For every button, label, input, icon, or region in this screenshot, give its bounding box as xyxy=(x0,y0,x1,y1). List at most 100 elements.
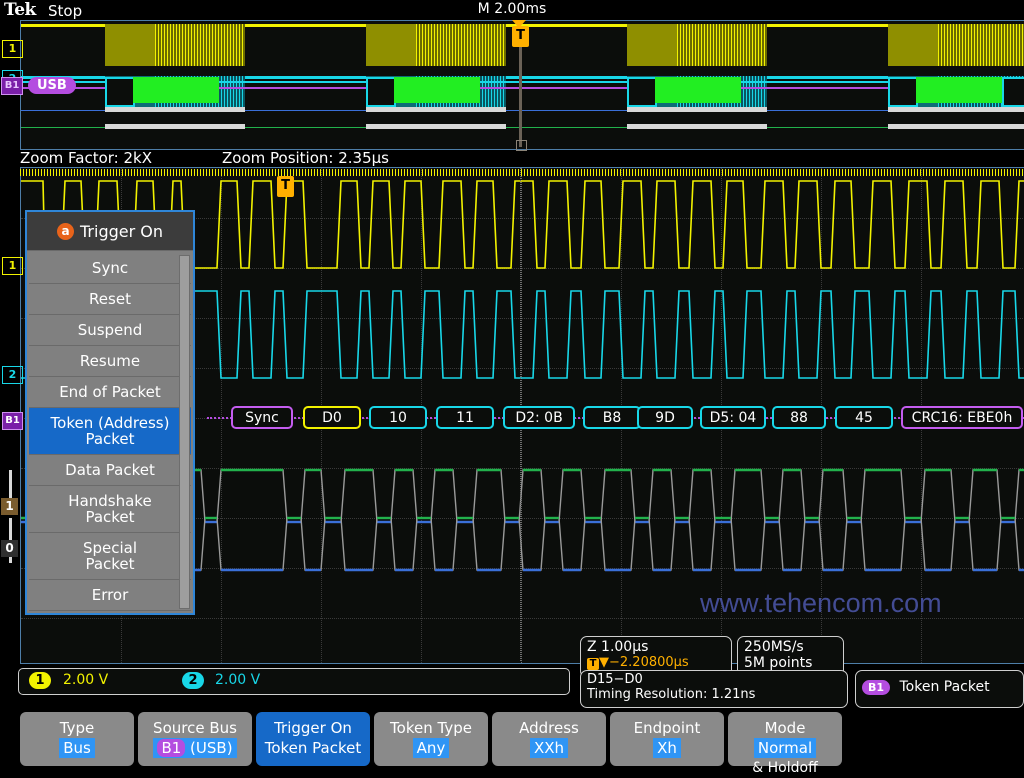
zoom-trigger-icon[interactable]: T xyxy=(277,176,294,197)
ch1-marker-zoom[interactable]: 1 xyxy=(2,257,23,275)
usb-bus-badge[interactable]: USB xyxy=(28,77,76,94)
trigger-level-icon[interactable]: T xyxy=(512,26,529,47)
horizontal-scale-readout: M 2.00ms xyxy=(0,1,1024,17)
digital-overview-burst xyxy=(627,124,767,129)
ch1-overview-activity xyxy=(677,24,767,66)
toolbar-value-text: Xh xyxy=(653,738,681,758)
bus-packet[interactable]: 88 xyxy=(772,406,826,429)
toolbar-address[interactable]: AddressXXh xyxy=(492,712,606,766)
bus-name-label: Token Packet xyxy=(900,679,990,695)
toolbar-button-value: Any xyxy=(374,738,488,758)
bus-packet[interactable]: D5: 04 xyxy=(700,406,766,429)
trigger-icon: T xyxy=(587,658,599,670)
bus-packet[interactable]: B8 xyxy=(583,406,641,429)
bus-overview-sync xyxy=(366,77,396,107)
toolbar-type[interactable]: TypeBus xyxy=(20,712,134,766)
toolbar-endpoint[interactable]: EndpointXh xyxy=(610,712,724,766)
menu-item-error[interactable]: Error xyxy=(29,580,191,611)
site-watermark: www.tehencom.com xyxy=(700,588,942,619)
bus-packet[interactable]: 9D xyxy=(637,406,693,429)
digital-readout[interactable]: D15−D0 Timing Resolution: 1.21ns xyxy=(580,670,848,708)
bus-packet[interactable]: 11 xyxy=(436,406,494,429)
digital-handle-d1[interactable]: 1 xyxy=(1,498,18,515)
bus-packet[interactable]: 10 xyxy=(369,406,427,429)
bus-overview-packet xyxy=(916,77,1002,103)
ch1-overview-burst xyxy=(366,24,416,66)
toolbar-button-label: Trigger On xyxy=(256,718,370,738)
ch1-overview-activity xyxy=(416,24,506,66)
bus-overview-sync xyxy=(1002,77,1024,107)
menu-item-end-of-packet[interactable]: End of Packet xyxy=(29,377,191,408)
bus-overview-packet xyxy=(394,77,480,103)
bus-packet[interactable]: D2: 0B xyxy=(503,406,575,429)
toolbar-source-bus[interactable]: Source BusB1 (USB) xyxy=(138,712,252,766)
bus-overview-sync xyxy=(888,77,918,107)
ch1-marker-overview[interactable]: 1 xyxy=(2,40,23,58)
digital-range-label: D15−D0 xyxy=(587,672,841,687)
toolbar-button-value: Bus xyxy=(20,738,134,758)
menu-item-handshake-packet[interactable]: HandshakePacket xyxy=(29,486,191,533)
trigger-a-badge-icon: a xyxy=(57,223,74,240)
digital-overview-burst xyxy=(366,107,506,112)
menu-items-list[interactable]: SyncResetSuspendResumeEnd of PacketToken… xyxy=(27,251,193,613)
menu-item-reset[interactable]: Reset xyxy=(29,284,191,315)
menu-item-special-packet[interactable]: SpecialPacket xyxy=(29,533,191,580)
toolbar-button-label: Address xyxy=(492,718,606,738)
toolbar-button-value2: & Holdoff xyxy=(728,758,842,778)
menu-item-data-packet[interactable]: Data Packet xyxy=(29,455,191,486)
toolbar-button-value: Normal xyxy=(728,738,842,758)
zoom-factor-label: Zoom Factor: 2kX xyxy=(20,149,152,167)
bottom-toolbar[interactable]: TypeBusSource BusB1 (USB)Trigger OnToken… xyxy=(0,710,1024,768)
toolbar-value-text: Token Packet xyxy=(261,738,366,758)
toolbar-button-value: B1 (USB) xyxy=(138,738,252,758)
toolbar-button-value: XXh xyxy=(492,738,606,758)
ch1-overview-burst xyxy=(888,24,938,66)
digital-overview-burst xyxy=(888,107,1024,112)
toolbar-button-label: Type xyxy=(20,718,134,738)
toolbar-value-text: Normal xyxy=(754,738,816,758)
trigger-vertical-line xyxy=(519,47,522,147)
oscilloscope-screen: Tek Stop M 2.00ms xyxy=(0,0,1024,768)
bus-tag-badge: B1 xyxy=(862,680,890,695)
zoom-scale-label: Z 1.00µs xyxy=(587,639,725,655)
menu-header: a Trigger On xyxy=(27,212,193,251)
menu-item-sync[interactable]: Sync xyxy=(29,253,191,284)
bus-marker-zoom[interactable]: B1 xyxy=(2,412,23,430)
zoom-info-bar: Zoom Factor: 2kX Zoom Position: 2.35µs xyxy=(0,149,1024,167)
menu-item-resume[interactable]: Resume xyxy=(29,346,191,377)
menu-title-label: Trigger On xyxy=(80,222,163,241)
toolbar-value-text: Bus xyxy=(59,738,95,758)
toolbar-token-type[interactable]: Token TypeAny xyxy=(374,712,488,766)
ch2-scale-value: 2.00 V xyxy=(215,672,260,688)
digital-handle-d0[interactable]: 0 xyxy=(1,540,18,557)
menu-scrollbar[interactable] xyxy=(179,255,190,609)
toolbar-button-value: Xh xyxy=(610,738,724,758)
bus-packet[interactable]: Sync xyxy=(231,406,293,429)
trigger-delay-row: T▼−2.20800µs xyxy=(587,655,725,670)
ch1-overview-burst xyxy=(105,24,155,66)
digital-overview-burst xyxy=(366,124,506,129)
bus-packet[interactable]: D0 xyxy=(303,406,361,429)
toolbar-button-label: Token Type xyxy=(374,718,488,738)
toolbar-button-label: Endpoint xyxy=(610,718,724,738)
bus-packet[interactable]: 45 xyxy=(835,406,893,429)
ch2-marker-zoom[interactable]: 2 xyxy=(2,366,23,384)
sample-rate-label: 250MS/s xyxy=(744,639,837,655)
zoom-activity-ribbon xyxy=(20,167,1024,179)
status-bar: Tek Stop M 2.00ms xyxy=(0,0,1024,21)
channel-readout-bar[interactable]: 1 2.00 V 2 2.00 V xyxy=(18,668,570,695)
ch2-chip[interactable]: 2 xyxy=(182,672,204,689)
toolbar-trigger-on[interactable]: Trigger OnToken Packet xyxy=(256,712,370,766)
ch1-overview-burst xyxy=(627,24,677,66)
toolbar-mode[interactable]: ModeNormal& Holdoff xyxy=(728,712,842,766)
bus-packet[interactable]: CRC16: EBE0h xyxy=(901,406,1023,429)
digital-overview-burst xyxy=(627,107,767,112)
ch1-chip[interactable]: 1 xyxy=(29,672,51,689)
bus-marker-overview[interactable]: B1 xyxy=(1,77,23,95)
menu-item-token-address-packet[interactable]: Token (Address)Packet xyxy=(29,408,191,455)
bus-overview-sync xyxy=(627,77,657,107)
bus-readout[interactable]: B1 Token Packet xyxy=(855,670,1024,708)
menu-item-suspend[interactable]: Suspend xyxy=(29,315,191,346)
trigger-on-menu[interactable]: a Trigger On SyncResetSuspendResumeEnd o… xyxy=(25,210,195,615)
digital-overview-burst xyxy=(105,107,245,112)
